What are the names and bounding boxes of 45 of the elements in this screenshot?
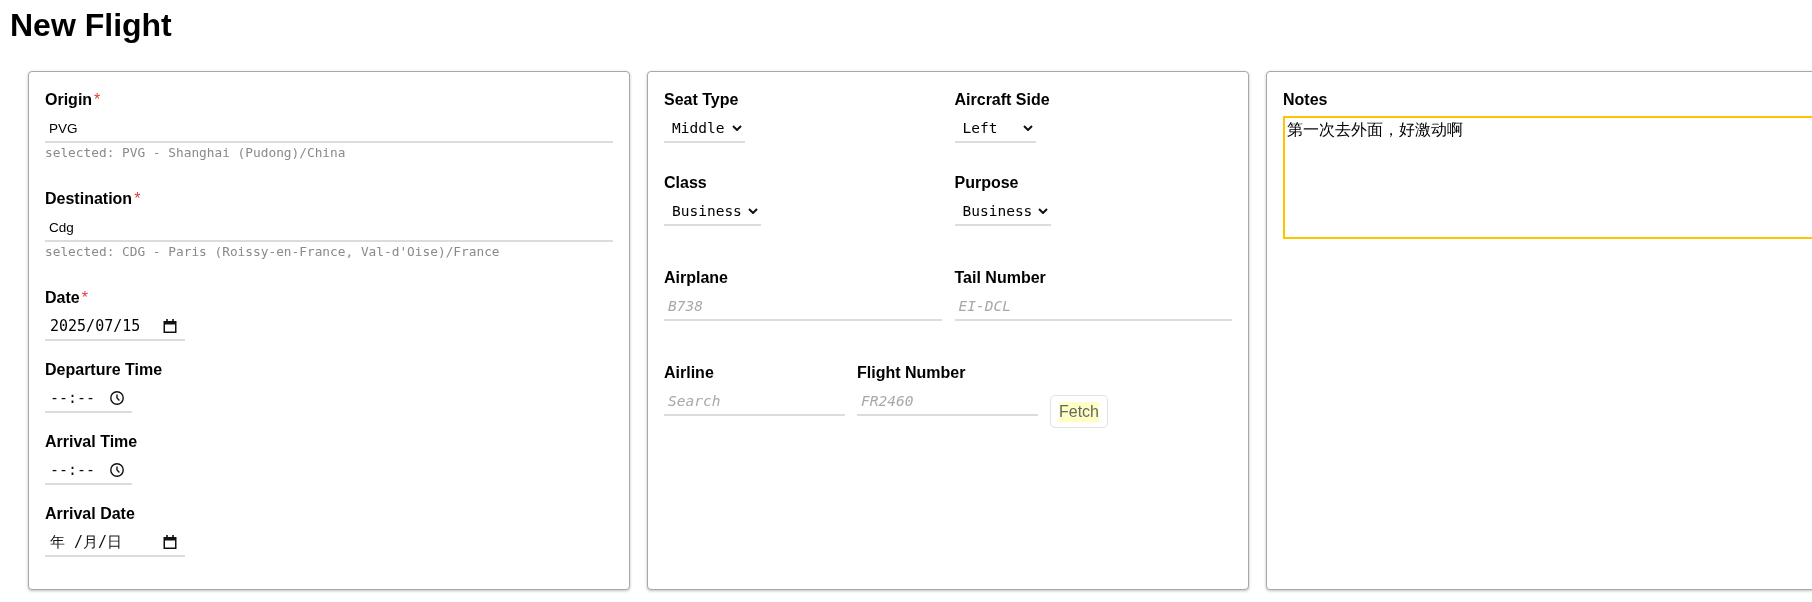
field-label: Arrival Date — [45, 504, 135, 524]
field-label: Tail Number — [954, 268, 1046, 288]
field-label: Date — [45, 288, 80, 308]
dropdown-select[interactable]: Left — [954, 115, 1036, 143]
field-label: Origin — [45, 90, 93, 110]
field-label: Arrival Time — [45, 432, 138, 452]
field-label: Flight Number — [857, 363, 966, 383]
chevron-down-icon — [732, 125, 742, 131]
action-button[interactable]: Fetch — [1050, 395, 1108, 428]
text-input[interactable]: B738 — [664, 293, 942, 321]
field-label: Airplane — [664, 268, 728, 288]
field-label: Notes — [1283, 90, 1328, 110]
required-mark: * — [134, 189, 141, 209]
clock-icon[interactable] — [110, 463, 124, 477]
required-mark: * — [81, 288, 88, 308]
clock-icon[interactable] — [110, 391, 124, 405]
field-label: Aircraft Side — [954, 90, 1050, 110]
text-input[interactable]: Cdg — [45, 214, 613, 242]
calendar-icon[interactable] — [163, 319, 177, 333]
field-label: Destination — [45, 189, 133, 209]
dropdown-select[interactable]: Middle — [664, 115, 745, 143]
chevron-down-icon — [1022, 125, 1033, 131]
page-title: New Flight — [10, 7, 172, 44]
time-input[interactable]: --:-- — [45, 457, 132, 485]
date-input[interactable]: 2025/07/15 — [45, 313, 185, 341]
text-input[interactable]: PVG — [45, 115, 613, 143]
dropdown-select[interactable]: Business — [954, 198, 1052, 226]
text-input[interactable]: EI-DCL — [954, 293, 1232, 321]
required-mark: * — [94, 90, 101, 110]
field-label: Airline — [664, 363, 714, 383]
text-input[interactable]: Search — [664, 388, 845, 416]
calendar-icon[interactable] — [163, 535, 177, 549]
field-label: Departure Time — [45, 360, 163, 380]
field-label: Class — [664, 173, 707, 193]
helper-text: selected: CDG - Paris (Roissy-en-France, Val-d'Oise)/France — [45, 244, 501, 260]
text-input[interactable]: FR2460 — [857, 388, 1038, 416]
time-input[interactable]: --:-- — [45, 385, 132, 413]
field-label: Purpose — [954, 173, 1019, 193]
notes-textarea[interactable]: 第一次去外面，好激动啊 — [1283, 116, 1812, 239]
chevron-down-icon — [747, 208, 758, 214]
date-input[interactable]: 年 /月/日 — [45, 529, 185, 557]
chevron-down-icon — [1038, 208, 1049, 214]
helper-text: selected: PVG - Shanghai (Pudong)/China — [45, 145, 347, 161]
dropdown-select[interactable]: Business — [664, 198, 761, 226]
field-label: Seat Type — [664, 90, 739, 110]
